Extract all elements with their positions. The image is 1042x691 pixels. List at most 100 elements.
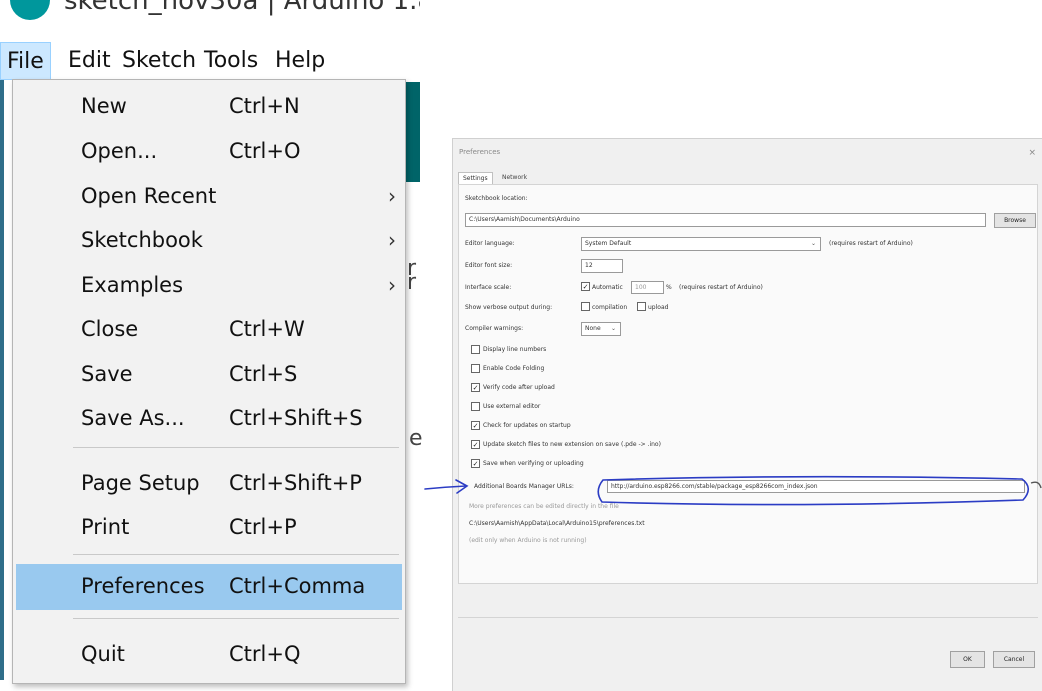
browse-button[interactable]: Browse [994, 213, 1036, 228]
checkbox-label: Verify code after upload [483, 384, 555, 391]
checkbox-label: Enable Code Folding [483, 365, 545, 372]
checkbox-label: Check for updates on startup [483, 422, 571, 429]
chevron-down-icon: ⌄ [811, 240, 817, 247]
menu-item-label: Save As... [81, 406, 185, 430]
compilation-checkbox[interactable] [581, 302, 590, 311]
save-when-verifying-checkbox[interactable]: ✓ [471, 459, 480, 468]
tab-network[interactable]: Network [498, 172, 531, 184]
external-editor-checkbox[interactable] [471, 402, 480, 411]
menu-item-shortcut: Ctrl+S [229, 362, 298, 386]
menu-separator [73, 618, 399, 619]
menu-item-label: New [81, 94, 127, 118]
menu-item-label: Examples [81, 273, 184, 297]
close-icon[interactable]: × [1028, 148, 1036, 158]
menu-separator [73, 447, 399, 448]
menu-item-shortcut: Ctrl+N [229, 94, 300, 118]
background-text-fragment: e [409, 426, 423, 451]
menu-item-shortcut: Ctrl+W [229, 317, 305, 341]
upload-checkbox[interactable] [637, 302, 646, 311]
check-updates-checkbox[interactable]: ✓ [471, 421, 480, 430]
menu-item-shortcut: Ctrl+Shift+P [229, 471, 362, 495]
interface-scale-label: Interface scale: [465, 284, 512, 291]
menu-item-preferences[interactable]: Preferences Ctrl+Comma [16, 564, 402, 610]
scale-input[interactable]: 100 [631, 281, 664, 294]
menu-edit[interactable]: Edit [62, 42, 117, 80]
menu-item-label: Quit [81, 642, 125, 666]
checkbox-label: Save when verifying or uploading [483, 460, 584, 467]
compiler-warnings-label: Compiler warnings: [465, 325, 524, 332]
window-title-bar: sketch_nov30a | Arduino 1.8.7 [0, 0, 420, 34]
background-text-fragment: r [407, 270, 417, 295]
chevron-right-icon: › [388, 228, 396, 252]
menu-separator [73, 554, 399, 555]
menu-item-examples[interactable]: Examples › [16, 266, 402, 306]
boards-manager-urls-label: Additional Boards Manager URLs: [474, 483, 574, 490]
display-line-numbers-checkbox[interactable] [471, 345, 480, 354]
preferences-dialog: Preferences × Settings Network Sketchboo… [452, 138, 1042, 691]
menu-item-shortcut: Ctrl+Shift+S [229, 406, 363, 430]
cancel-button[interactable]: Cancel [993, 651, 1035, 668]
menu-item-label: Preferences [81, 574, 205, 598]
font-size-input[interactable]: 12 [581, 259, 623, 273]
menu-item-open[interactable]: Open... Ctrl+O [16, 132, 402, 172]
menu-item-label: Sketchbook [81, 228, 203, 252]
editor-left-edge [0, 80, 4, 680]
menu-item-shortcut: Ctrl+P [229, 515, 297, 539]
checkbox-label: Update sketch files to new extension on … [483, 441, 661, 448]
menu-item-sketchbook[interactable]: Sketchbook › [16, 221, 402, 261]
editor-font-size-label: Editor font size: [465, 262, 513, 269]
file-menu-dropdown: New Ctrl+N Open... Ctrl+O Open Recent › … [12, 79, 406, 684]
menu-item-page-setup[interactable]: Page Setup Ctrl+Shift+P [16, 464, 402, 504]
edit-only-note: (edit only when Arduino is not running) [469, 537, 587, 544]
code-folding-checkbox[interactable] [471, 364, 480, 373]
editor-toolbar-strip [404, 82, 420, 182]
menu-tools[interactable]: Tools [198, 42, 264, 80]
ok-button[interactable]: OK [950, 651, 985, 668]
menu-item-quit[interactable]: Quit Ctrl+Q [16, 635, 402, 675]
scale-unit: % [666, 284, 672, 291]
automatic-checkbox[interactable]: ✓ [581, 282, 590, 291]
menu-item-label: Close [81, 317, 139, 341]
editor-language-note: (requires restart of Arduino) [829, 240, 913, 247]
boards-manager-urls-input[interactable]: http://arduino.esp8266.com/stable/packag… [607, 480, 1025, 493]
more-preferences-note: More preferences can be edited directly … [469, 503, 619, 510]
menu-item-shortcut: Ctrl+O [229, 139, 301, 163]
menubar: File Edit Sketch Tools Help [0, 42, 420, 80]
sketchbook-location-input[interactable]: C:\Users\Aamish\Documents\Arduino [465, 213, 986, 227]
editor-language-label: Editor language: [465, 240, 515, 247]
sketchbook-location-label: Sketchbook location: [465, 195, 528, 202]
menu-item-label: Page Setup [81, 471, 200, 495]
checkbox-label: Display line numbers [483, 346, 547, 353]
verbose-output-label: Show verbose output during: [465, 304, 553, 311]
menu-item-label: Open... [81, 139, 158, 163]
menu-help[interactable]: Help [269, 42, 331, 80]
compilation-label: compilation [592, 304, 628, 311]
settings-panel: Sketchbook location: C:\Users\Aamish\Doc… [458, 184, 1038, 584]
update-extension-checkbox[interactable]: ✓ [471, 440, 480, 449]
menu-item-close[interactable]: Close Ctrl+W [16, 310, 402, 350]
verify-after-upload-checkbox[interactable]: ✓ [471, 383, 480, 392]
menu-item-label: Print [81, 515, 130, 539]
menu-file[interactable]: File [0, 42, 51, 80]
checkbox-label: Use external editor [483, 403, 541, 410]
chevron-right-icon: › [388, 273, 396, 297]
menu-item-save-as[interactable]: Save As... Ctrl+Shift+S [16, 399, 402, 439]
menu-item-label: Save [81, 362, 133, 386]
menu-item-print[interactable]: Print Ctrl+P [16, 508, 402, 548]
menu-item-new[interactable]: New Ctrl+N [16, 87, 402, 127]
menu-sketch[interactable]: Sketch [116, 42, 202, 80]
arduino-logo-icon [10, 0, 50, 20]
dialog-title: Preferences [459, 148, 501, 156]
menu-item-open-recent[interactable]: Open Recent › [16, 177, 402, 217]
chevron-down-icon: ⌄ [611, 325, 617, 332]
upload-label: upload [648, 304, 669, 311]
window-title: sketch_nov30a | Arduino 1.8.7 [64, 0, 420, 16]
menu-item-save[interactable]: Save Ctrl+S [16, 355, 402, 395]
preferences-file-path[interactable]: C:\Users\Aamish\AppData\Local\Arduino15\… [469, 520, 645, 527]
menu-item-shortcut: Ctrl+Comma [229, 574, 366, 598]
editor-language-select[interactable]: System Default [581, 237, 821, 251]
menu-item-label: Open Recent [81, 184, 217, 208]
automatic-label: Automatic [592, 284, 623, 291]
chevron-right-icon: › [388, 184, 396, 208]
scale-note: (requires restart of Arduino) [679, 284, 763, 291]
